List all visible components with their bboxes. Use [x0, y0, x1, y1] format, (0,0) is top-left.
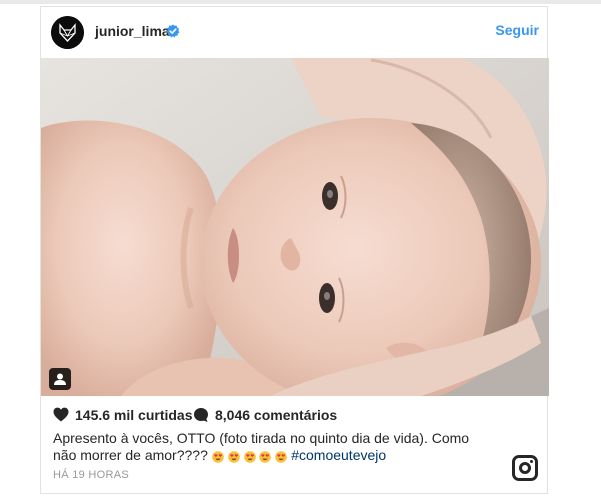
verified-badge-icon	[166, 24, 180, 38]
newborn-photo-illustration	[41, 58, 549, 396]
instagram-icon[interactable]	[512, 455, 538, 481]
instagram-flash-dot	[530, 460, 533, 463]
comments-count[interactable]: 8,046 comentários	[215, 407, 337, 423]
post-header: junior_lima Seguir	[41, 7, 549, 57]
post-caption: Apresento à vocês, OTTO (foto tirada no …	[53, 430, 493, 465]
instagram-embed-card: junior_lima Seguir 145.6 mil curtidas 8,…	[40, 6, 549, 494]
caption-emojis	[211, 448, 288, 465]
comment-bubble-icon[interactable]	[193, 407, 209, 423]
user-tags-button[interactable]	[49, 368, 71, 390]
heart-eyes-emoji-icon	[211, 451, 224, 464]
post-photo[interactable]	[41, 58, 549, 396]
fox-logo-icon	[51, 16, 84, 49]
heart-eyes-emoji-icon	[259, 451, 272, 464]
hashtag-link[interactable]: #comoeutevejo	[291, 447, 386, 463]
instagram-lens	[519, 462, 531, 474]
screen-top-edge	[0, 0, 601, 4]
post-timestamp[interactable]: HÁ 19 HORAS	[53, 469, 129, 481]
post-actions: 145.6 mil curtidas 8,046 comentários	[53, 406, 533, 424]
heart-eyes-emoji-icon	[227, 451, 240, 464]
follow-button[interactable]: Seguir	[495, 22, 539, 38]
heart-eyes-emoji-icon	[243, 451, 256, 464]
heart-eyes-emoji-icon	[275, 451, 288, 464]
heart-icon[interactable]	[53, 407, 69, 422]
avatar[interactable]	[51, 16, 84, 49]
likes-count[interactable]: 145.6 mil curtidas	[75, 407, 193, 423]
username[interactable]: junior_lima	[95, 23, 170, 39]
person-tag-icon	[54, 373, 66, 385]
